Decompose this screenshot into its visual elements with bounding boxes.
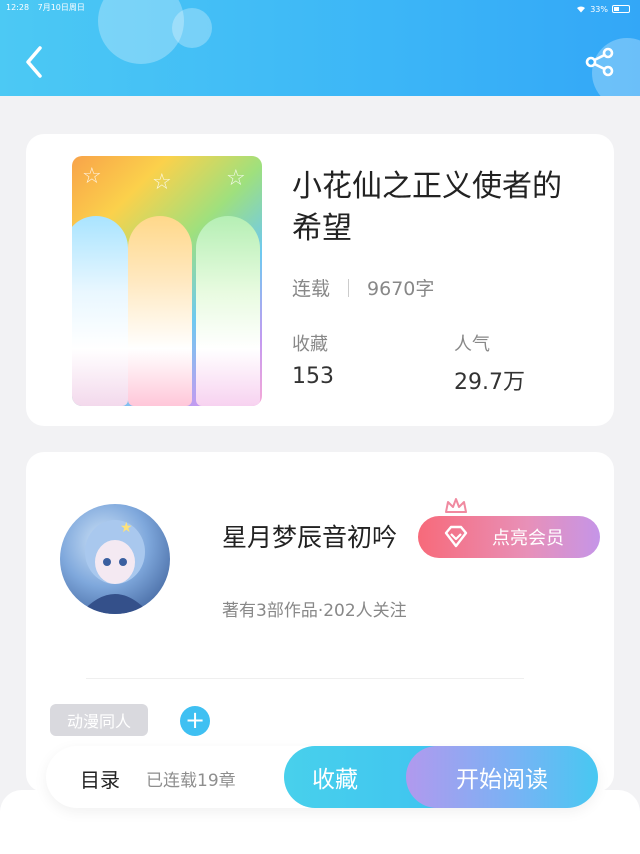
start-reading-label: 开始阅读 xyxy=(456,767,548,793)
favorite-button-label: 收藏 xyxy=(312,767,358,793)
book-title: 小花仙之正义使者的希望 xyxy=(292,169,562,246)
share-icon xyxy=(585,47,614,77)
battery-percent: 33% xyxy=(590,4,608,14)
status-bar: 12:28 7月10日周日 33% xyxy=(6,2,630,16)
status-time: 12:28 xyxy=(6,3,30,12)
chevron-left-icon xyxy=(26,46,42,78)
author-avatar[interactable]: ★ xyxy=(60,504,170,614)
status-date: 7月10日周日 xyxy=(37,3,85,12)
cover-character xyxy=(72,216,128,406)
favorites-value: 153 xyxy=(292,364,334,389)
favorites-label: 收藏 xyxy=(292,334,328,355)
vip-member-button[interactable]: 点亮会员 xyxy=(418,516,600,558)
battery-icon xyxy=(612,5,630,13)
book-meta: 连载 9670字 xyxy=(292,274,434,301)
tag-chip[interactable]: 动漫同人 xyxy=(50,704,148,736)
wifi-icon xyxy=(577,6,586,13)
start-reading-button[interactable]: 开始阅读 xyxy=(406,746,598,808)
popularity-stat: 人气 29.7万 xyxy=(454,330,525,396)
bottom-action-bar: 目录 已连载19章 收藏 开始阅读 xyxy=(46,746,598,808)
popularity-label: 人气 xyxy=(454,334,490,355)
meta-divider xyxy=(348,278,350,297)
back-button[interactable] xyxy=(22,44,50,80)
vip-button-label: 点亮会员 xyxy=(492,528,564,549)
author-card: ★ 星月梦辰音初吟 点亮会员 著有3部作品·202人关注 动漫同人 + xyxy=(26,452,614,792)
chapter-count: 已连载19章 xyxy=(146,771,236,791)
svg-text:★: ★ xyxy=(120,520,133,536)
add-tag-button[interactable]: + xyxy=(180,706,210,736)
popularity-value: 29.7万 xyxy=(454,370,525,395)
crown-icon xyxy=(445,498,467,513)
favorites-stat: 收藏 153 xyxy=(292,330,334,389)
book-info-card: ☆ ☆ ☆ ✧ ✧ 小花仙之正义使者的希望 连载 9670字 收藏 153 人气… xyxy=(26,134,614,426)
divider xyxy=(86,678,524,679)
cover-character xyxy=(196,216,260,406)
toc-button[interactable]: 目录 xyxy=(80,764,120,793)
book-cover-image[interactable]: ☆ ☆ ☆ ✧ ✧ xyxy=(72,156,262,406)
star-decor: ☆ xyxy=(226,166,246,191)
cover-character xyxy=(128,216,192,406)
star-decor: ☆ xyxy=(82,164,102,189)
star-decor: ☆ xyxy=(152,170,172,195)
avatar-art: ★ xyxy=(80,520,150,614)
author-name[interactable]: 星月梦辰音初吟 xyxy=(222,518,397,554)
share-button[interactable] xyxy=(584,46,616,78)
book-word-count: 9670字 xyxy=(367,278,435,300)
author-subtitle: 著有3部作品·202人关注 xyxy=(222,601,407,621)
top-header: 12:28 7月10日周日 33% xyxy=(0,0,640,96)
diamond-icon xyxy=(444,525,468,548)
book-status: 连载 xyxy=(292,278,331,300)
